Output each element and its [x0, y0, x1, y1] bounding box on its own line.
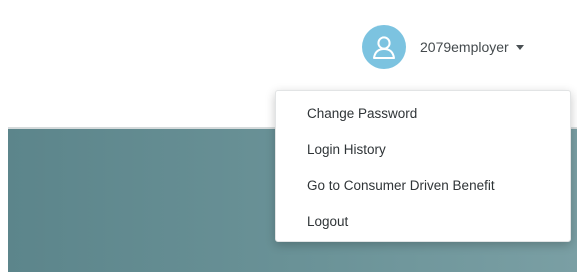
username[interactable]: 2079employer [420, 39, 509, 55]
menu-item-consumer-driven-benefit[interactable]: Go to Consumer Driven Benefit [276, 172, 570, 200]
menu-item-change-password[interactable]: Change Password [276, 100, 570, 128]
user-icon [373, 36, 395, 59]
user-dropdown-menu: Change Password Login History Go to Cons… [275, 90, 571, 242]
caret-down-icon[interactable] [515, 44, 524, 50]
user-menu-trigger[interactable]: 2079employer [362, 25, 524, 69]
menu-item-login-history[interactable]: Login History [276, 136, 570, 164]
menu-item-logout[interactable]: Logout [276, 208, 570, 236]
avatar[interactable] [362, 25, 406, 69]
